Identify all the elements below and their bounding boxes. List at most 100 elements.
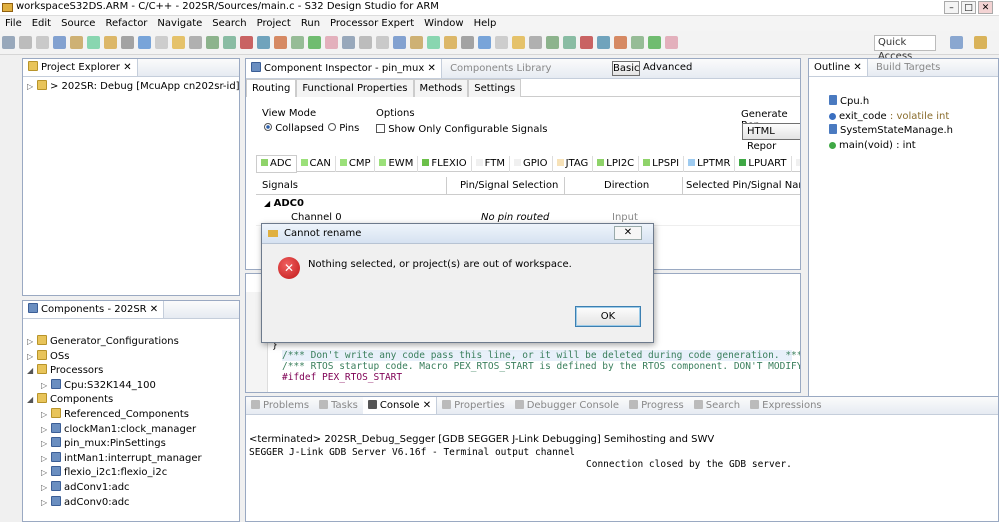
toolbar-tool-icon[interactable] (444, 36, 457, 49)
column-header[interactable]: Direction (604, 180, 649, 191)
toolbar-tool-icon[interactable] (87, 36, 100, 49)
menu-processor-expert[interactable]: Processor Expert (325, 16, 419, 31)
menu-window[interactable]: Window (419, 16, 468, 31)
toolbar-tool-icon[interactable] (597, 36, 610, 49)
basic-toggle[interactable]: Basic (612, 61, 640, 76)
tab-project-explorer[interactable]: Project Explorer ✕ (23, 59, 138, 76)
minimize-button[interactable]: – (944, 1, 959, 14)
tab-search[interactable]: Search (689, 397, 745, 414)
column-header[interactable]: Pin/Signal Selection (460, 180, 558, 191)
menu-help[interactable]: Help (469, 16, 502, 31)
tab-problems[interactable]: Problems (246, 397, 314, 414)
toolbar-tool-icon[interactable] (19, 36, 32, 49)
maximize-button[interactable]: □ (961, 1, 976, 14)
toolbar-tool-icon[interactable] (410, 36, 423, 49)
tab-lpi2c[interactable]: LPI2C (593, 156, 640, 172)
toolbar-tool-icon[interactable] (53, 36, 66, 49)
list-item[interactable]: ▷ adConv0:adc (27, 495, 235, 511)
list-item[interactable]: ▷ Referenced_Components (27, 407, 235, 423)
expand-arrow-icon[interactable]: ▷ (41, 379, 51, 394)
toolbar-tool-icon[interactable] (648, 36, 661, 49)
toolbar-tool-icon[interactable] (155, 36, 168, 49)
list-item[interactable]: ▷ > 202SR: Debug [McuApp cn202sr-id] (27, 80, 240, 95)
toolbar-tool-icon[interactable] (393, 36, 406, 49)
list-item[interactable]: ▷ OSs (27, 349, 235, 365)
list-item[interactable]: ▷ clockMan1:clock_manager (27, 422, 235, 438)
tab-cmp[interactable]: CMP (336, 156, 376, 172)
collapse-arrow-icon[interactable]: ◢ (264, 199, 270, 208)
menu-search[interactable]: Search (207, 16, 251, 31)
toolbar-tool-icon[interactable] (138, 36, 151, 49)
expand-arrow-icon[interactable]: ◢ (27, 364, 37, 379)
expand-arrow-icon[interactable]: ▷ (27, 80, 37, 95)
tab-tasks[interactable]: Tasks (314, 397, 363, 414)
list-item[interactable]: main(void) : int (829, 139, 998, 154)
list-item[interactable]: ▷ pin_mux:PinSettings (27, 437, 235, 452)
toolbar-tool-icon[interactable] (427, 36, 440, 49)
html-report-button[interactable]: HTML Repor (742, 123, 800, 152)
column-header[interactable]: Selected Pin/Signal Name (686, 180, 800, 191)
tab-lptmr[interactable]: LPTMR (684, 156, 736, 172)
toolbar-tool-icon[interactable] (495, 36, 508, 49)
list-item[interactable]: ◢ Processors (27, 364, 235, 379)
table-group-row[interactable]: ◢ ADC0 (264, 198, 304, 209)
toolbar-tool-icon[interactable] (512, 36, 525, 49)
tab-platform[interactable]: Platform (792, 156, 800, 172)
expand-arrow-icon[interactable]: ▷ (41, 481, 51, 496)
tab-gpio[interactable]: GPIO (510, 156, 553, 172)
menu-run[interactable]: Run (296, 16, 325, 31)
tab-functional-properties[interactable]: Functional Properties (296, 79, 414, 97)
toolbar-tool-icon[interactable] (478, 36, 491, 49)
tab-expressions[interactable]: Expressions (745, 397, 827, 414)
toolbar-tool-icon[interactable] (529, 36, 542, 49)
list-item[interactable]: SystemStateManage.h (829, 124, 998, 139)
toolbar-tool-icon[interactable] (631, 36, 644, 49)
toolbar-tool-icon[interactable] (325, 36, 338, 49)
toolbar-tool-icon[interactable] (580, 36, 593, 49)
toolbar-tool-icon[interactable] (376, 36, 389, 49)
list-item[interactable]: ▷ intMan1:interrupt_manager (27, 451, 235, 467)
advanced-toggle[interactable]: Advanced (643, 62, 692, 73)
toolbar-tool-icon[interactable] (359, 36, 372, 49)
toolbar-tool-icon[interactable] (2, 36, 15, 49)
tab-settings[interactable]: Settings (468, 79, 522, 97)
toolbar-tool-icon[interactable] (104, 36, 117, 49)
expand-arrow-icon[interactable]: ▷ (41, 466, 51, 481)
expand-arrow-icon[interactable]: ▷ (27, 350, 37, 365)
menu-project[interactable]: Project (252, 16, 296, 31)
column-header[interactable]: Signals (262, 180, 298, 191)
list-item[interactable]: ▷ Generator_Configurations (27, 335, 235, 350)
tab-adc[interactable]: ADC (256, 155, 297, 173)
tab-lpuart[interactable]: LPUART (735, 156, 792, 172)
toolbar-tool-icon[interactable] (257, 36, 270, 49)
toolbar-tool-icon[interactable] (546, 36, 559, 49)
tab-properties[interactable]: Properties (437, 397, 510, 414)
tab-components-library[interactable]: Components Library (445, 59, 556, 78)
expand-arrow-icon[interactable]: ▷ (41, 496, 51, 511)
tab-debugger-console[interactable]: Debugger Console (510, 397, 624, 414)
toolbar-tool-icon[interactable] (291, 36, 304, 49)
tab-component-inspector[interactable]: Component Inspector - pin_mux ✕ (246, 59, 442, 78)
toolbar-tool-icon[interactable] (665, 36, 678, 49)
menu-refactor[interactable]: Refactor (100, 16, 152, 31)
dialog-close-button[interactable]: ✕ (614, 226, 642, 240)
list-item[interactable]: ▷ adConv1:adc (27, 480, 235, 496)
list-item[interactable]: exit_code : volatile int (829, 110, 998, 125)
tab-ftm[interactable]: FTM (472, 156, 510, 172)
expand-arrow-icon[interactable]: ▷ (41, 437, 51, 452)
expand-arrow-icon[interactable]: ◢ (27, 393, 37, 408)
list-item[interactable]: ◢ Components (27, 393, 235, 408)
menu-file[interactable]: File (0, 16, 27, 31)
toolbar-tool-icon[interactable] (223, 36, 236, 49)
ok-button[interactable]: OK (575, 306, 641, 327)
toolbar-tool-icon[interactable] (563, 36, 576, 49)
pins-radio[interactable]: Pins (328, 123, 359, 134)
tab-build-targets[interactable]: Build Targets (871, 59, 945, 76)
list-item[interactable]: Cpu.h (829, 95, 998, 110)
tab-ewm[interactable]: EWM (375, 156, 419, 172)
toolbar-tool-icon[interactable] (70, 36, 83, 49)
list-item[interactable]: ▷ flexio_i2c1:flexio_i2c (27, 466, 235, 481)
toolbar-tool-icon[interactable] (274, 36, 287, 49)
tab-lpspi[interactable]: LPSPI (639, 156, 685, 172)
tab-methods[interactable]: Methods (413, 79, 469, 97)
